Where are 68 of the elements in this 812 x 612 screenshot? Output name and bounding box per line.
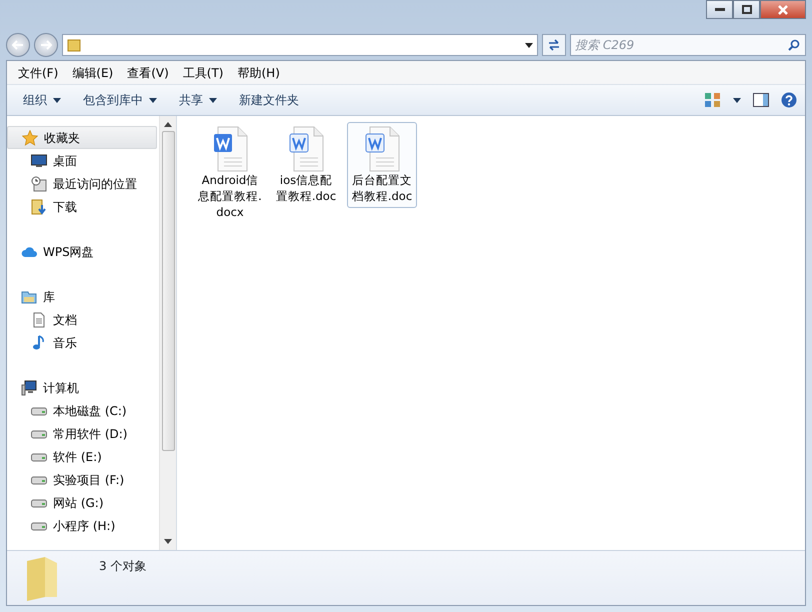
library-folder-icon: [21, 288, 37, 304]
address-field[interactable]: [62, 34, 538, 56]
sidebar-item[interactable]: 库: [7, 285, 159, 308]
scrollbar-thumb[interactable]: [162, 131, 174, 451]
sidebar-item[interactable]: 软件 (E:): [7, 445, 159, 468]
folder-icon: [25, 557, 59, 601]
star-icon: [22, 130, 38, 146]
refresh-button[interactable]: [542, 34, 566, 56]
sidebar-item[interactable]: 计算机: [7, 376, 159, 399]
sidebar-item[interactable]: 小程序 (H:): [7, 514, 159, 537]
folder-icon: [67, 38, 81, 52]
sidebar-item[interactable]: 文档: [7, 308, 159, 331]
word-document-icon: [364, 126, 400, 172]
sidebar-item[interactable]: 实验项目 (F:): [7, 468, 159, 491]
toolbar-button[interactable]: 组织: [15, 88, 69, 112]
scrollbar[interactable]: [159, 116, 176, 550]
sidebar-item[interactable]: 下载: [7, 195, 159, 218]
monitor-icon: [31, 152, 47, 168]
minimize-icon: [714, 8, 724, 12]
sidebar-item[interactable]: 本地磁盘 (C:): [7, 399, 159, 422]
menu-item[interactable]: 帮助(H): [232, 62, 285, 84]
file-item[interactable]: ios信息配置教程.doc: [271, 122, 341, 208]
sidebar-item[interactable]: 网站 (G:): [7, 491, 159, 514]
sidebar-item[interactable]: 收藏夹: [7, 126, 157, 149]
toolbar-button[interactable]: 共享: [171, 88, 225, 112]
menu-item[interactable]: 查看(V): [122, 62, 174, 84]
document-icon: [31, 312, 47, 328]
download-folder-icon: [31, 198, 47, 214]
scroll-up-arrow-icon[interactable]: [164, 122, 172, 127]
word-document-icon: [212, 126, 248, 172]
sidebar-item[interactable]: WPS网盘: [7, 240, 159, 263]
search-field[interactable]: 搜索 C269: [570, 34, 806, 56]
music-note-icon: [31, 334, 47, 350]
sidebar-item[interactable]: 最近访问的位置: [7, 172, 159, 195]
caret-icon: [149, 98, 157, 102]
scroll-down-arrow-icon[interactable]: [164, 539, 172, 544]
caret-icon[interactable]: [733, 98, 741, 102]
close-icon: [778, 4, 788, 14]
sidebar-item[interactable]: 常用软件 (D:): [7, 422, 159, 445]
file-item[interactable]: 后台配置文档教程.doc: [347, 122, 417, 208]
forward-arrow-icon: [40, 40, 52, 50]
computer-icon: [21, 380, 37, 396]
view-options-icon[interactable]: [705, 93, 721, 107]
toolbar-button[interactable]: 新建文件夹: [231, 88, 307, 112]
toolbar-button[interactable]: 包含到库中: [75, 88, 165, 112]
status-text: 3 个对象: [99, 558, 146, 575]
file-item[interactable]: Android信息配置教程.docx: [195, 122, 265, 224]
menu-item[interactable]: 工具(T): [178, 62, 228, 84]
minimize-button[interactable]: [706, 0, 733, 19]
sidebar-item[interactable]: 桌面: [7, 149, 159, 172]
caret-icon: [53, 98, 61, 102]
caret-icon: [209, 98, 217, 102]
search-icon: [788, 39, 800, 51]
help-icon[interactable]: [781, 92, 797, 108]
word-document-icon: [288, 126, 324, 172]
maximize-button[interactable]: [733, 0, 760, 19]
refresh-arrows-icon: [547, 39, 561, 51]
menu-item[interactable]: 文件(F): [13, 62, 64, 84]
back-arrow-icon: [12, 40, 24, 50]
sidebar-item[interactable]: 音乐: [7, 331, 159, 354]
menu-item[interactable]: 编辑(E): [67, 62, 118, 84]
close-button[interactable]: [760, 0, 806, 19]
maximize-icon: [742, 5, 752, 14]
caret-icon: [525, 42, 533, 48]
recent-places-icon: [31, 176, 47, 192]
back-button[interactable]: [6, 33, 30, 57]
forward-button[interactable]: [34, 33, 58, 57]
preview-pane-icon[interactable]: [753, 93, 769, 107]
